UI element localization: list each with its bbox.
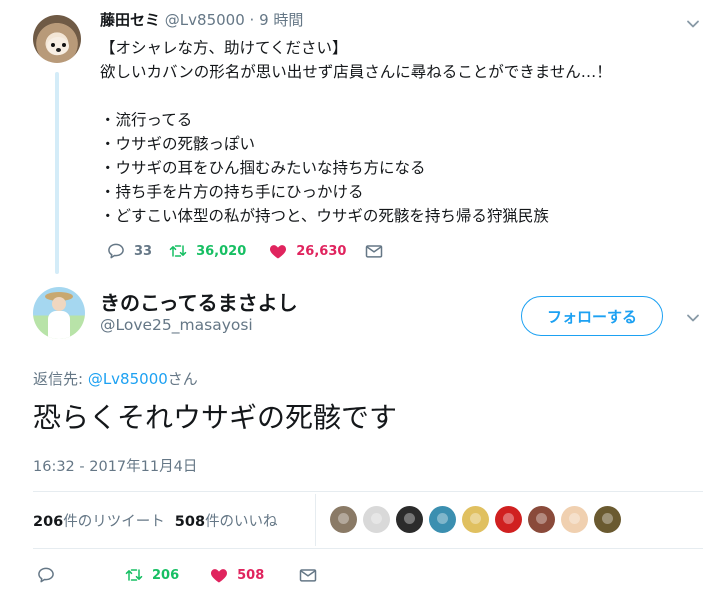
retweets-number: 206 [33, 514, 64, 530]
likes-label: 件のいいね [205, 514, 278, 530]
retweet-count: 206 [152, 567, 180, 583]
tweet-stats: 206件のリツイート 508件のいいね [33, 510, 278, 531]
likes-stat[interactable]: 508件のいいね [175, 514, 278, 530]
like-button[interactable]: 26,630 [268, 241, 346, 261]
retweets-label: 件のリツイート [63, 514, 165, 530]
heart-icon [270, 245, 287, 259]
like-button[interactable]: 508 [209, 565, 264, 585]
reply-count: 33 [134, 243, 153, 259]
user-handle[interactable]: @Love25_masayosi [100, 316, 253, 334]
reply-button[interactable] [36, 565, 64, 585]
reply-icon [38, 567, 54, 583]
separator-dot: · [249, 11, 255, 29]
retweets-stat[interactable]: 206件のリツイート [33, 514, 165, 530]
stats-divider [315, 494, 316, 546]
liker-avatar[interactable] [429, 506, 456, 533]
retweet-icon [169, 245, 187, 257]
thread-line [55, 72, 59, 274]
follow-button[interactable]: フォローする [521, 296, 663, 336]
liker-avatar[interactable] [330, 506, 357, 533]
reply-to-prefix: 返信先: [33, 370, 88, 388]
liker-avatar[interactable] [594, 506, 621, 533]
liker-avatar[interactable] [495, 506, 522, 533]
mail-icon [300, 569, 317, 582]
direct-message-button[interactable] [298, 565, 326, 585]
like-count: 508 [237, 567, 265, 583]
tweet-header: 藤田セミ @Lv85000 · 9 時間 [100, 9, 303, 30]
liker-avatar[interactable] [462, 506, 489, 533]
parent-tweet[interactable]: 藤田セミ @Lv85000 · 9 時間 【オシャレな方、助けてください】 欲し… [0, 0, 719, 274]
tweet-actions: 206 508 [36, 565, 350, 585]
tweet-time[interactable]: 9 時間 [259, 11, 303, 29]
retweet-count: 36,020 [196, 243, 247, 259]
chevron-down-icon[interactable] [686, 310, 700, 324]
divider [33, 491, 703, 492]
retweet-button[interactable]: 206 [124, 565, 179, 585]
liker-avatars [330, 506, 627, 533]
liker-avatar[interactable] [528, 506, 555, 533]
tweet-timestamp[interactable]: 16:32 - 2017年11月4日 [33, 455, 197, 476]
avatar[interactable] [33, 15, 81, 63]
tweet-text: 恐らくそれウサギの死骸です [33, 401, 398, 434]
liker-avatar[interactable] [363, 506, 390, 533]
chevron-down-icon[interactable] [686, 16, 700, 30]
tweet-actions: 33 36,020 26,630 [106, 241, 416, 261]
retweet-icon [125, 569, 143, 581]
display-name[interactable]: きのこってるまさよし [100, 287, 298, 316]
reply-to-suffix: さん [167, 370, 198, 388]
liker-avatar[interactable] [561, 506, 588, 533]
display-name[interactable]: 藤田セミ [100, 11, 160, 29]
user-handle[interactable]: @Lv85000 [165, 11, 245, 29]
reply-to-line: 返信先: @Lv85000さん [33, 368, 198, 389]
avatar[interactable] [33, 287, 85, 339]
reply-button[interactable]: 33 [106, 241, 152, 261]
heart-icon [211, 569, 228, 583]
direct-message-button[interactable] [364, 241, 392, 261]
reply-icon [108, 243, 124, 259]
retweet-button[interactable]: 36,020 [168, 241, 246, 261]
like-count: 26,630 [296, 243, 347, 259]
divider [33, 548, 703, 549]
tweet-text: 【オシャレな方、助けてください】 欲しいカバンの形名が思い出せず店員さんに尋ねる… [100, 39, 612, 225]
liker-avatar[interactable] [396, 506, 423, 533]
mail-icon [366, 245, 383, 258]
likes-number: 508 [174, 514, 206, 530]
reply-to-handle-link[interactable]: @Lv85000 [88, 370, 168, 388]
